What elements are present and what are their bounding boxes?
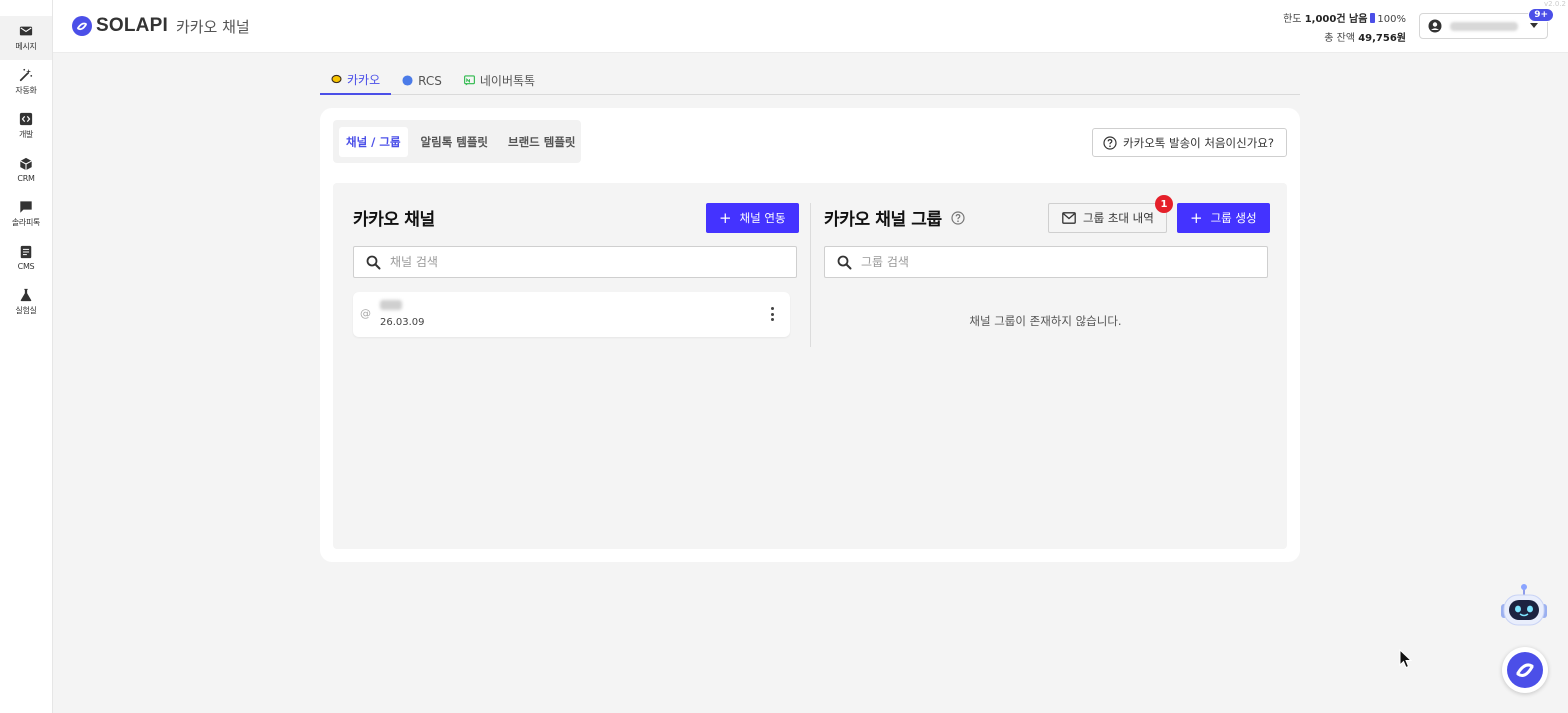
mail-icon xyxy=(19,26,33,36)
group-section-title-text: 카카오 채널 그룹 xyxy=(824,210,942,230)
plus-icon: + xyxy=(1190,208,1203,227)
group-section-title: 카카오 채널 그룹 xyxy=(824,205,965,230)
tab-kakao[interactable]: 카카오 xyxy=(320,66,392,95)
group-search-input[interactable] xyxy=(861,255,1221,269)
sub-tabs: 채널 / 그룹 알림톡 템플릿 브랜드 템플릿 xyxy=(333,120,581,163)
logo-text: SOLAPI xyxy=(96,15,168,36)
chatbot-robot-icon[interactable] xyxy=(1498,582,1550,632)
limit-row: 한도 1,000건 남음 100% xyxy=(1283,10,1406,29)
sidebar: 메시지 자동화 개발 CRM 솔라피톡 CMS 실험실 xyxy=(0,0,53,713)
balance-prefix: 총 잔액 xyxy=(1324,33,1359,44)
sidebar-item-lab[interactable]: 실험실 xyxy=(0,280,52,324)
more-options-icon[interactable] xyxy=(770,307,774,321)
sidebar-item-label: 실험실 xyxy=(15,306,37,315)
channel-search-input[interactable] xyxy=(390,255,750,269)
balance-row: 총 잔액 49,756원 xyxy=(1283,29,1406,48)
connect-channel-button[interactable]: + 채널 연동 xyxy=(706,203,799,233)
tab-label: RCS xyxy=(418,73,442,88)
tab-channel-group[interactable]: 채널 / 그룹 xyxy=(339,126,408,157)
sidebar-item-cms[interactable]: CMS xyxy=(0,236,52,280)
solapi-logo-icon xyxy=(72,16,92,36)
solapi-support-button[interactable] xyxy=(1502,647,1548,693)
limit-prefix: 한도 xyxy=(1283,14,1305,25)
group-empty-message: 채널 그룹이 존재하지 않습니다. xyxy=(969,314,1122,328)
group-invite-history-label: 그룹 초대 내역 xyxy=(1083,211,1154,225)
chevron-down-icon xyxy=(1530,23,1538,28)
group-invite-history-button[interactable]: 그룹 초대 내역 xyxy=(1048,203,1167,233)
channel-at-prefix: @ xyxy=(360,307,371,320)
sidebar-item-label: 메시지 xyxy=(15,42,37,51)
tab-brand-template[interactable]: 브랜드 템플릿 xyxy=(501,127,582,157)
sidebar-item-label: 자동화 xyxy=(15,86,37,95)
sidebar-item-label: CRM xyxy=(17,174,35,183)
channel-group-panel: 카카오 채널 + 채널 연동 @ 26.03.09 카카오 채널 그룹 그룹 초… xyxy=(333,183,1287,549)
panel-divider xyxy=(810,203,811,347)
channel-search xyxy=(353,246,797,278)
main-card: 채널 / 그룹 알림톡 템플릿 브랜드 템플릿 카카오톡 발송이 처음이신가요?… xyxy=(320,108,1300,562)
kakao-icon xyxy=(331,74,342,84)
sidebar-item-automation[interactable]: 자동화 xyxy=(0,60,52,104)
channel-list-item[interactable]: @ 26.03.09 xyxy=(353,292,790,337)
channel-name-redacted xyxy=(380,300,402,310)
chat-icon xyxy=(20,201,32,213)
balance-value: 49,756원 xyxy=(1358,33,1406,44)
sidebar-item-crm[interactable]: CRM xyxy=(0,148,52,192)
tab-alimtalk-template[interactable]: 알림톡 템플릿 xyxy=(414,127,495,157)
channel-type-tabs: 카카오 RCS 네이버톡톡 xyxy=(320,66,1300,95)
tab-rcs[interactable]: RCS xyxy=(391,66,453,95)
version-label: v2.0.2 xyxy=(1544,0,1566,8)
connect-channel-label: 채널 연동 xyxy=(739,211,786,225)
mouse-cursor-icon xyxy=(1399,649,1413,669)
create-group-button[interactable]: + 그룹 생성 xyxy=(1177,203,1270,233)
flask-icon xyxy=(20,288,32,302)
magic-wand-icon xyxy=(19,68,33,82)
account-name-redacted xyxy=(1450,21,1518,31)
create-group-label: 그룹 생성 xyxy=(1210,211,1257,225)
code-icon xyxy=(19,112,33,126)
sidebar-item-label: CMS xyxy=(17,262,35,271)
battery-icon xyxy=(1370,13,1376,23)
sidebar-item-message[interactable]: 메시지 xyxy=(0,16,52,60)
tab-navertalk[interactable]: 네이버톡톡 xyxy=(453,66,546,95)
channel-date: 26.03.09 xyxy=(380,317,425,328)
navertalk-icon xyxy=(463,75,475,86)
tab-label: 네이버톡톡 xyxy=(479,74,536,88)
help-button[interactable]: 카카오톡 발송이 처음이신가요? xyxy=(1092,128,1287,157)
page-title: 카카오 채널 xyxy=(175,17,250,36)
envelope-icon xyxy=(1062,212,1076,224)
logo[interactable]: SOLAPI 카카오 채널 xyxy=(72,15,250,37)
tab-label: 카카오 xyxy=(347,73,381,87)
limit-info: 한도 1,000건 남음 100% 총 잔액 49,756원 xyxy=(1283,10,1406,48)
user-circle-icon xyxy=(1428,19,1442,33)
group-search xyxy=(824,246,1268,278)
document-icon xyxy=(20,245,32,259)
question-circle-icon[interactable] xyxy=(951,210,965,225)
search-icon xyxy=(837,255,852,269)
channel-section-title: 카카오 채널 xyxy=(353,205,435,230)
plus-icon: + xyxy=(719,208,732,227)
sidebar-item-solapitalk[interactable]: 솔라피톡 xyxy=(0,192,52,236)
solapi-logo-icon xyxy=(1507,652,1543,688)
sidebar-item-dev[interactable]: 개발 xyxy=(0,104,52,148)
cube-icon xyxy=(20,157,32,171)
channel-section-title-text: 카카오 채널 xyxy=(353,210,435,230)
notification-badge[interactable]: 9+ xyxy=(1528,8,1554,22)
sidebar-item-label: 개발 xyxy=(18,130,34,139)
sidebar-item-label: 솔라피톡 xyxy=(11,218,41,227)
limit-value: 1,000건 남음 xyxy=(1304,14,1368,25)
help-button-label: 카카오톡 발송이 처음이신가요? xyxy=(1123,135,1274,150)
search-icon xyxy=(366,255,381,269)
rcs-icon xyxy=(402,75,413,86)
limit-percent: 100% xyxy=(1377,14,1406,25)
question-circle-icon xyxy=(1103,135,1117,150)
header: SOLAPI 카카오 채널 한도 1,000건 남음 100% 총 잔액 49,7… xyxy=(53,0,1568,53)
invite-count-badge: 1 xyxy=(1155,195,1173,213)
